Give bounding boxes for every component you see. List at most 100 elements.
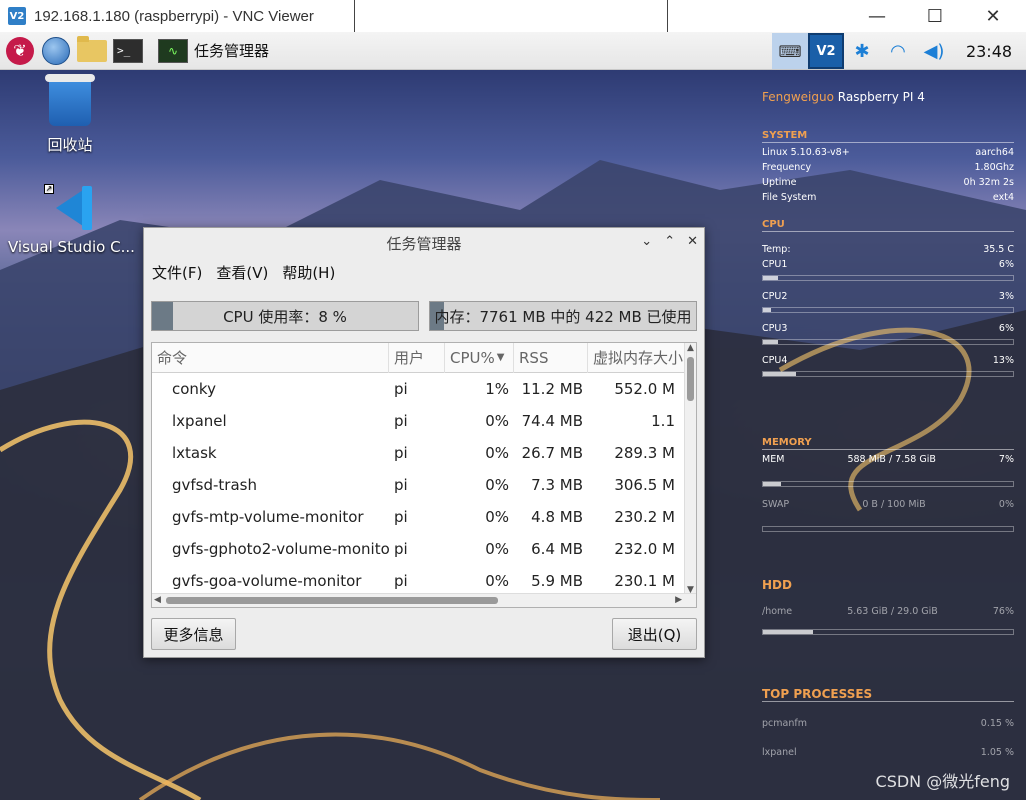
volume-icon[interactable]: ◀) — [916, 33, 952, 69]
task-manager-window[interactable]: 任务管理器 ⌄ ⌃ ✕ 文件(F) 查看(V) 帮助(H) CPU 使用率：8 … — [143, 227, 705, 658]
cell-user: pi — [394, 444, 408, 462]
horizontal-scrollbar[interactable]: ◀ ▶ — [152, 593, 696, 607]
table-row[interactable]: lxpanel pi 0% 74.4 MB 1.1 — [152, 405, 696, 437]
conky-cpu-list: CPU1 6% CPU2 3% CPU3 6% CPU4 13% — [762, 257, 1014, 377]
vscode-desktop-icon[interactable]: ↗ Visual Studio C... — [8, 184, 135, 256]
scroll-up-icon[interactable]: ▲ — [687, 343, 694, 353]
cell-cmd: gvfs-mtp-volume-monitor — [172, 508, 364, 526]
cell-virt: 289.3 M — [614, 444, 675, 462]
cell-rss: 4.8 MB — [531, 508, 583, 526]
task-manager-title: 任务管理器 — [386, 234, 462, 253]
conky-cpu-graph-space — [762, 385, 1014, 437]
conky-top-row: lxpanel 1.05 % — [762, 747, 1014, 758]
browser-launcher[interactable] — [40, 35, 72, 67]
cell-rss: 5.9 MB — [531, 572, 583, 590]
cell-user: pi — [394, 476, 408, 494]
table-row[interactable]: gvfs-mtp-volume-monitor pi 0% 4.8 MB 230.2 M — [152, 501, 696, 533]
conky-swap-row: SWAP 0 B / 100 MiB 0% — [762, 499, 1014, 510]
conky-cpu-bar-fill — [763, 276, 778, 280]
conky-top-header: TOP PROCESSES — [762, 687, 1014, 702]
cell-cpu: 1% — [485, 380, 509, 398]
menu-help[interactable]: 帮助(H) — [282, 262, 335, 283]
conky-cpu-bar — [762, 307, 1014, 313]
cell-cmd: conky — [172, 380, 216, 398]
maximize-icon[interactable]: ⌃ — [664, 234, 675, 249]
cell-cmd: gvfs-gphoto2-volume-monitor — [172, 540, 389, 558]
vertical-scroll-thumb[interactable] — [687, 357, 694, 401]
quit-button[interactable]: 退出(Q) — [612, 618, 697, 650]
wifi-icon[interactable]: ◠ — [880, 33, 916, 69]
cell-cmd: lxtask — [172, 444, 217, 462]
column-header-cmd[interactable]: 命令 — [152, 343, 389, 373]
memory-usage-text: 内存：7761 MB 中的 422 MB 已使用 — [434, 307, 692, 326]
process-table[interactable]: 命令 用户 CPU% ▼ RSS 虚拟内存大小 conky pi 1% 11.2 MB 5… — [151, 342, 697, 608]
trash-label: 回收站 — [47, 136, 93, 154]
cell-cmd: gvfs-goa-volume-monitor — [172, 572, 362, 590]
close-icon[interactable]: ✕ — [687, 234, 698, 249]
system-monitor-icon: ∿ — [158, 38, 188, 63]
folder-icon — [77, 35, 107, 62]
vnc-server-icon[interactable]: V2 — [808, 33, 844, 69]
conky-cpu-bar-fill — [763, 372, 796, 376]
maximize-button[interactable]: ☐ — [906, 0, 964, 32]
cpu-usage-meter: CPU 使用率：8 % — [151, 301, 419, 331]
cell-virt: 552.0 M — [614, 380, 675, 398]
conky-hdd-header: HDD — [762, 578, 792, 592]
menu-file[interactable]: 文件(F) — [152, 262, 202, 283]
taskbar-task-manager[interactable]: ∿ 任务管理器 — [158, 38, 270, 63]
conky-cpu-row: CPU4 13% — [762, 355, 1014, 366]
file-manager-launcher[interactable] — [76, 35, 108, 67]
vertical-scrollbar[interactable]: ▲ ▼ — [684, 343, 696, 595]
vnc-logo-icon: V2 — [8, 7, 26, 25]
taskbar-item-label: 任务管理器 — [194, 42, 270, 60]
conky-cpu-bar — [762, 275, 1014, 281]
column-header-user[interactable]: 用户 — [389, 343, 445, 373]
column-header-cpu[interactable]: CPU% ▼ — [445, 343, 514, 373]
clock[interactable]: 23:48 — [952, 42, 1026, 61]
conky-cpu-row: CPU1 6% — [762, 259, 1014, 270]
conky-fs-row: File System ext4 — [762, 192, 1014, 203]
table-row[interactable]: conky pi 1% 11.2 MB 552.0 M — [152, 373, 696, 405]
column-header-virt[interactable]: 虚拟内存大小 — [588, 343, 686, 373]
table-row[interactable]: lxtask pi 0% 26.7 MB 289.3 M — [152, 437, 696, 469]
vscode-label: Visual Studio C... — [8, 238, 135, 256]
cell-cpu: 0% — [485, 572, 509, 590]
menu-view[interactable]: 查看(V) — [216, 262, 268, 283]
conky-hdd-row: /home 5.63 GiB / 29.0 GiB 76% — [762, 606, 1014, 617]
conky-uptime-row: Uptime 0h 32m 2s — [762, 177, 1014, 188]
conky-mem-row: MEM 588 MiB / 7.58 GiB 7% — [762, 454, 1014, 465]
shortcut-arrow-icon: ↗ — [44, 184, 54, 194]
close-button[interactable]: ✕ — [964, 0, 1022, 32]
conky-title: Fengweiguo Raspberry PI 4 — [762, 90, 1014, 104]
table-row[interactable]: gvfs-gphoto2-volume-monitor pi 0% 6.4 MB 232… — [152, 533, 696, 565]
keyboard-icon[interactable]: ⌨ — [772, 33, 808, 69]
cell-virt: 306.5 M — [614, 476, 675, 494]
cell-cmd: gvfsd-trash — [172, 476, 257, 494]
table-row[interactable]: gvfsd-trash pi 0% 7.3 MB 306.5 M — [152, 469, 696, 501]
trash-desktop-icon[interactable]: 回收站 — [40, 74, 100, 155]
vnc-title-bar[interactable]: V2 192.168.1.180 (raspberrypi) - VNC Vie… — [0, 0, 1026, 38]
memory-usage-meter: 内存：7761 MB 中的 422 MB 已使用 — [429, 301, 697, 331]
scroll-right-icon[interactable]: ▶ — [675, 595, 682, 605]
terminal-launcher[interactable]: >_ — [112, 35, 144, 67]
raspberry-menu-button[interactable]: ❦ — [4, 35, 36, 67]
trash-icon — [45, 74, 95, 126]
conky-system-header: SYSTEM — [762, 130, 1014, 143]
more-info-button[interactable]: 更多信息 — [151, 618, 236, 650]
conky-memory-header: MEMORY — [762, 437, 1014, 450]
cell-user: pi — [394, 540, 408, 558]
scroll-left-icon[interactable]: ◀ — [154, 595, 161, 605]
task-manager-titlebar[interactable]: 任务管理器 ⌄ ⌃ ✕ — [144, 228, 704, 258]
bluetooth-icon[interactable]: ✱ — [844, 33, 880, 69]
conky-user: Fengweiguo — [762, 90, 834, 104]
conky-mem-bar — [762, 481, 1014, 487]
column-header-rss[interactable]: RSS — [514, 343, 588, 373]
minimize-button[interactable]: — — [848, 0, 906, 32]
cell-cpu: 0% — [485, 540, 509, 558]
conky-freq-row: Frequency 1.80Ghz — [762, 162, 1014, 173]
horizontal-scroll-thumb[interactable] — [166, 597, 498, 604]
minimize-icon[interactable]: ⌄ — [641, 234, 652, 249]
conky-kernel-row: Linux 5.10.63-v8+ aarch64 — [762, 147, 1014, 158]
cell-virt: 232.0 M — [614, 540, 675, 558]
watermark: CSDN @微光feng — [875, 772, 1010, 791]
